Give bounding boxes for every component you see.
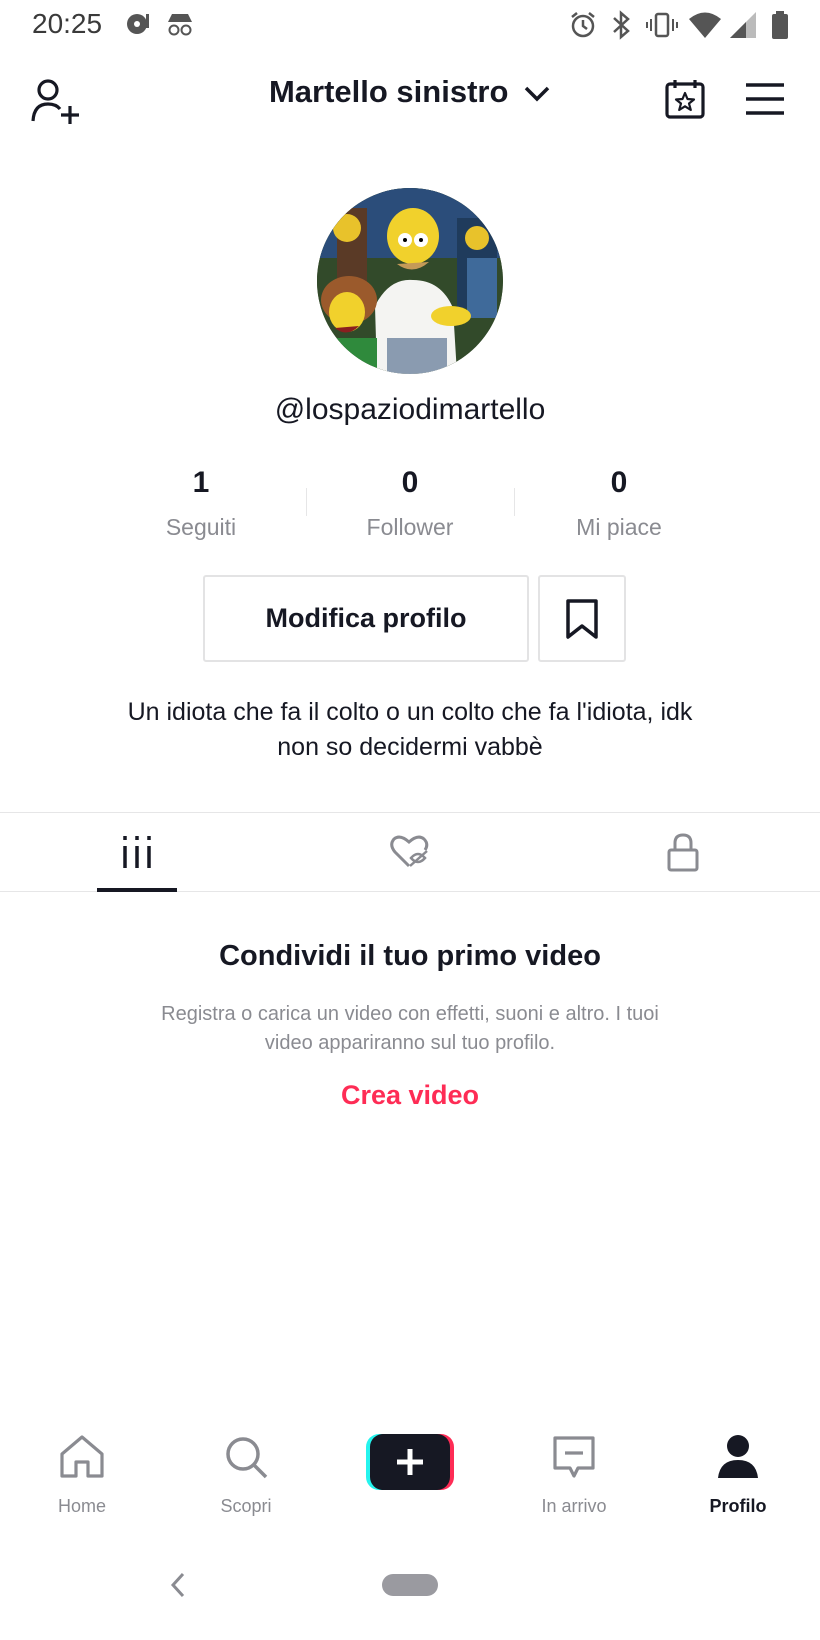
stat-divider bbox=[306, 488, 307, 516]
lock-icon bbox=[667, 833, 698, 872]
profile-icon bbox=[718, 1435, 758, 1478]
nav-label: Home bbox=[57, 1496, 106, 1516]
avatar-image bbox=[317, 188, 503, 374]
menu-icon[interactable] bbox=[744, 82, 786, 116]
grid-icon bbox=[122, 836, 151, 868]
nav-label: In arrivo bbox=[541, 1496, 607, 1516]
edit-profile-button[interactable]: Modifica profilo bbox=[203, 575, 529, 662]
status-bar: 20:25 bbox=[0, 0, 820, 50]
stat-label: Seguiti bbox=[165, 514, 237, 540]
nav-profile[interactable]: Profilo bbox=[656, 1420, 820, 1520]
stat-followers[interactable]: 0 Follower bbox=[310, 466, 510, 541]
profile-tabs bbox=[0, 812, 820, 892]
profile-screen: 20:25 Martello sinistro @lospaziodimarte… bbox=[0, 0, 820, 1640]
status-time: 20:25 bbox=[32, 8, 103, 39]
tab-private[interactable] bbox=[546, 813, 819, 891]
stat-value: 1 bbox=[192, 466, 210, 499]
nav-label: Scopri bbox=[220, 1496, 272, 1516]
bookmark-icon bbox=[566, 598, 598, 639]
bio-line: non so decidermi vabbè bbox=[277, 733, 543, 761]
stat-following[interactable]: 1 Seguiti bbox=[101, 466, 301, 541]
wifi-icon bbox=[689, 12, 721, 38]
active-tab-indicator bbox=[97, 888, 177, 892]
create-video-link[interactable]: Crea video bbox=[0, 1080, 820, 1111]
music-disc-icon bbox=[127, 14, 149, 34]
stat-divider bbox=[514, 488, 515, 516]
chevron-down-icon bbox=[524, 86, 550, 102]
home-icon bbox=[60, 1435, 104, 1478]
username: @lospaziodimartello bbox=[274, 393, 546, 426]
stat-value: 0 bbox=[401, 466, 419, 499]
nav-discover[interactable]: Scopri bbox=[164, 1420, 328, 1520]
subtitle-line: Registra o carica un video con effetti, … bbox=[161, 1003, 659, 1025]
nav-inbox[interactable]: In arrivo bbox=[492, 1420, 656, 1520]
inbox-icon bbox=[553, 1436, 595, 1478]
tab-videos[interactable] bbox=[0, 813, 273, 891]
avatar[interactable] bbox=[317, 188, 503, 374]
stat-value: 0 bbox=[610, 466, 628, 499]
empty-state-title: Condividi il tuo primo video bbox=[219, 940, 601, 972]
stat-label: Follower bbox=[366, 514, 454, 540]
signal-icon bbox=[730, 12, 756, 38]
calendar-star-icon[interactable] bbox=[664, 78, 706, 120]
favorites-button[interactable] bbox=[538, 575, 626, 662]
plus-icon bbox=[366, 1434, 454, 1490]
search-icon bbox=[226, 1437, 268, 1479]
bluetooth-icon bbox=[613, 10, 630, 40]
stat-likes[interactable]: 0 Mi piace bbox=[519, 466, 719, 541]
alarm-icon bbox=[571, 12, 595, 38]
battery-icon bbox=[772, 11, 788, 39]
stat-label: Mi piace bbox=[576, 514, 662, 540]
bio-line: Un idiota che fa il colto o un colto che… bbox=[127, 698, 693, 726]
subtitle-line: video appariranno sul tuo profilo. bbox=[264, 1032, 556, 1054]
back-icon[interactable] bbox=[168, 1571, 188, 1599]
nav-home[interactable]: Home bbox=[0, 1420, 164, 1520]
nav-create[interactable] bbox=[328, 1420, 492, 1520]
empty-state-subtitle: Registra o carica un video con effetti, … bbox=[110, 1000, 710, 1058]
bio: Un idiota che fa il colto o un colto che… bbox=[60, 695, 760, 765]
vibrate-icon bbox=[646, 12, 678, 38]
bottom-nav: Home Scopri In arrivo Profilo bbox=[0, 1420, 820, 1520]
incognito-icon bbox=[168, 14, 192, 36]
tab-liked[interactable] bbox=[273, 813, 546, 891]
liked-hidden-icon bbox=[389, 835, 428, 868]
nav-label: Profilo bbox=[709, 1496, 767, 1516]
page-title: Martello sinistro bbox=[268, 74, 509, 109]
home-pill[interactable] bbox=[382, 1574, 438, 1596]
